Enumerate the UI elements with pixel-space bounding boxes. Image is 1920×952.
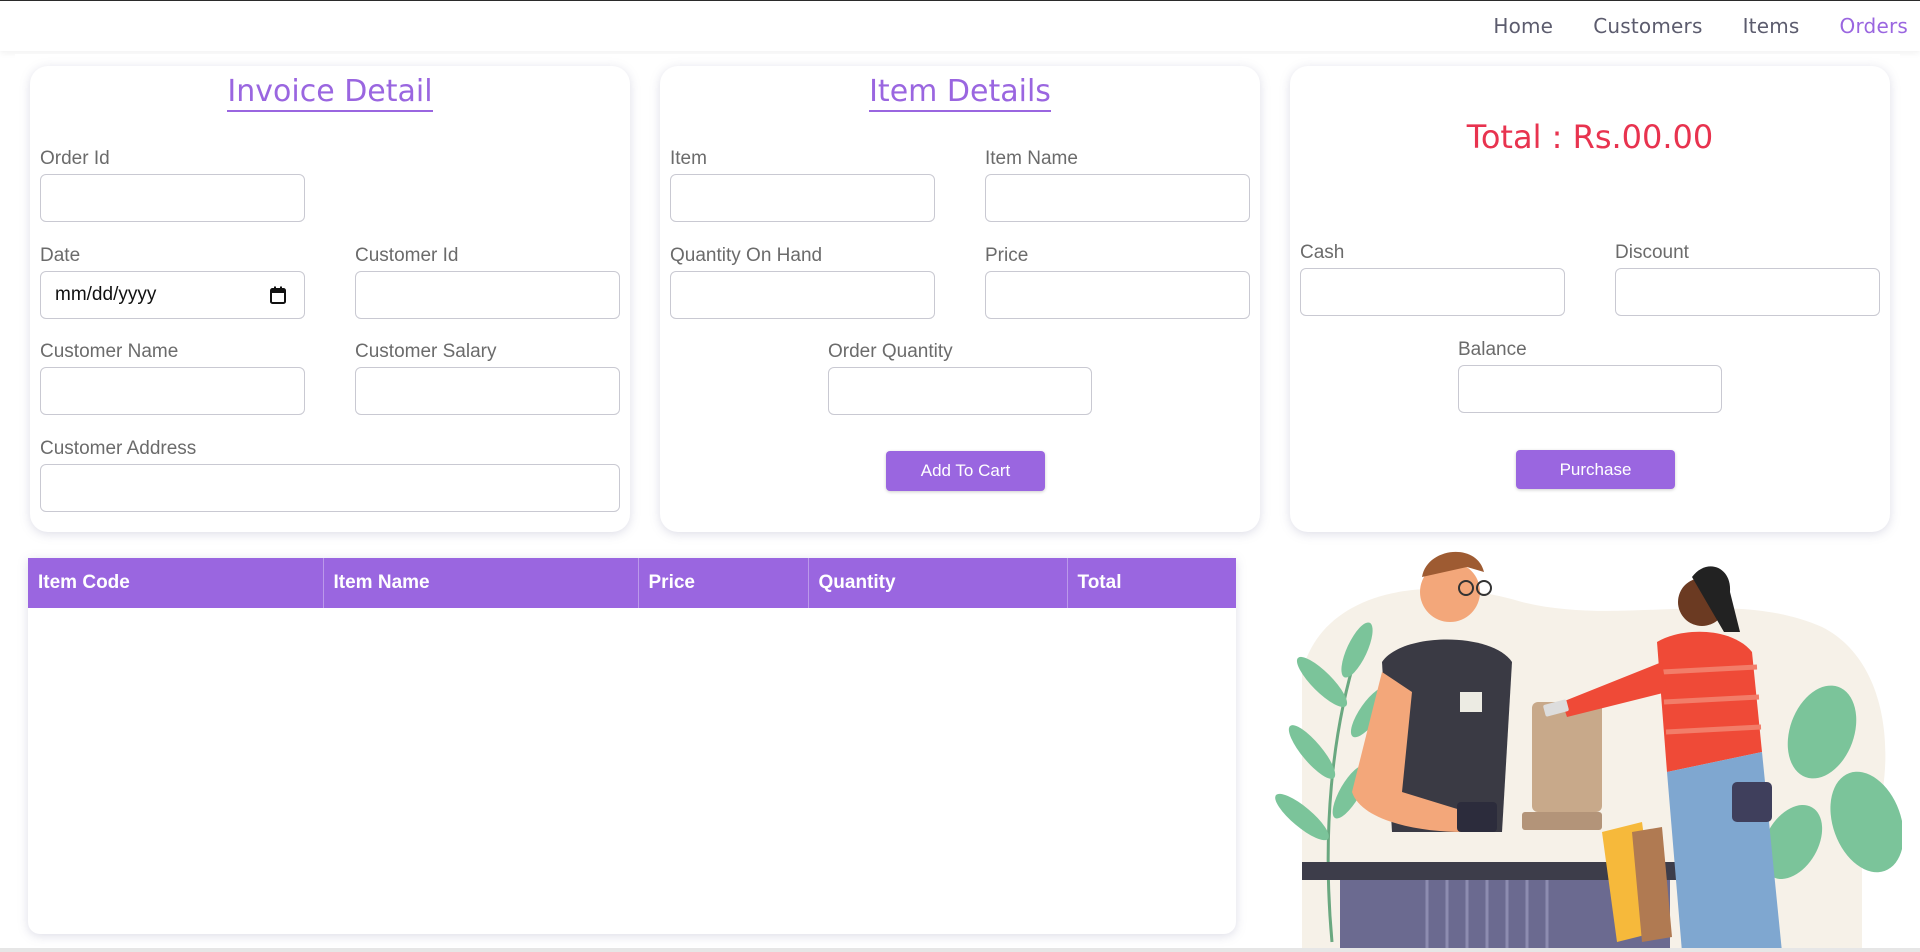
discount-label: Discount (1615, 242, 1689, 263)
calendar-icon[interactable] (270, 286, 286, 304)
price-label: Price (985, 245, 1029, 266)
customer-salary-input[interactable] (355, 367, 620, 415)
order-quantity-input[interactable] (828, 367, 1092, 415)
column-header-item-code[interactable]: Item Code (28, 558, 324, 608)
cart-table-card: Item Code Item Name Price Quantity Total (28, 558, 1236, 934)
cart-table-header: Item Code Item Name Price Quantity Total (28, 558, 1236, 608)
item-details-card: Item Details Item Item Name Quantity On … (660, 66, 1260, 532)
item-name-input[interactable] (985, 174, 1250, 222)
qty-on-hand-label: Quantity On Hand (670, 245, 823, 266)
main-nav: Home Customers Items Orders (1493, 1, 1920, 51)
nav-home[interactable]: Home (1493, 14, 1553, 38)
add-to-cart-button[interactable]: Add To Cart (886, 451, 1045, 491)
column-header-quantity[interactable]: Quantity (808, 558, 1068, 608)
discount-input[interactable] (1615, 268, 1880, 316)
customer-address-label: Customer Address (40, 438, 197, 459)
payment-card: Total : Rs.00.00 Cash Discount Balance P… (1290, 66, 1890, 532)
cart-table: Item Code Item Name Price Quantity Total (28, 558, 1236, 608)
item-input[interactable] (670, 174, 935, 222)
cash-label: Cash (1300, 242, 1345, 263)
date-label: Date (40, 245, 81, 266)
nav-orders[interactable]: Orders (1840, 14, 1908, 38)
invoice-detail-title: Invoice Detail (30, 74, 630, 112)
column-header-item-name[interactable]: Item Name (323, 558, 639, 608)
item-label: Item (670, 148, 707, 169)
order-quantity-label: Order Quantity (828, 341, 953, 362)
date-input[interactable]: mm/dd/yyyy (40, 271, 305, 319)
price-input[interactable] (985, 271, 1250, 319)
customer-name-label: Customer Name (40, 341, 179, 362)
customer-name-input[interactable] (40, 367, 305, 415)
qty-on-hand-input[interactable] (670, 271, 935, 319)
nav-customers[interactable]: Customers (1593, 14, 1702, 38)
order-total: Total : Rs.00.00 (1466, 118, 1714, 156)
cashier-customer-illustration (1275, 551, 1902, 952)
order-id-input[interactable] (40, 174, 305, 222)
customer-id-label: Customer Id (355, 245, 459, 266)
item-details-title: Item Details (660, 74, 1260, 112)
column-header-total[interactable]: Total (1067, 558, 1236, 608)
customer-salary-label: Customer Salary (355, 341, 497, 362)
customer-address-input[interactable] (40, 464, 620, 512)
horizontal-scrollbar[interactable] (0, 948, 1920, 952)
customer-id-input[interactable] (355, 271, 620, 319)
column-header-price[interactable]: Price (638, 558, 809, 608)
balance-label: Balance (1458, 339, 1527, 360)
top-navbar: Home Customers Items Orders (0, 0, 1920, 51)
order-id-label: Order Id (40, 148, 110, 169)
balance-input[interactable] (1458, 365, 1722, 413)
purchase-button[interactable]: Purchase (1516, 450, 1675, 489)
item-name-label: Item Name (985, 148, 1078, 169)
nav-items[interactable]: Items (1743, 14, 1800, 38)
date-input-value: mm/dd/yyyy (55, 284, 157, 305)
cash-input[interactable] (1300, 268, 1565, 316)
invoice-detail-card: Invoice Detail Order Id Date mm/dd/yyyy … (30, 66, 630, 532)
